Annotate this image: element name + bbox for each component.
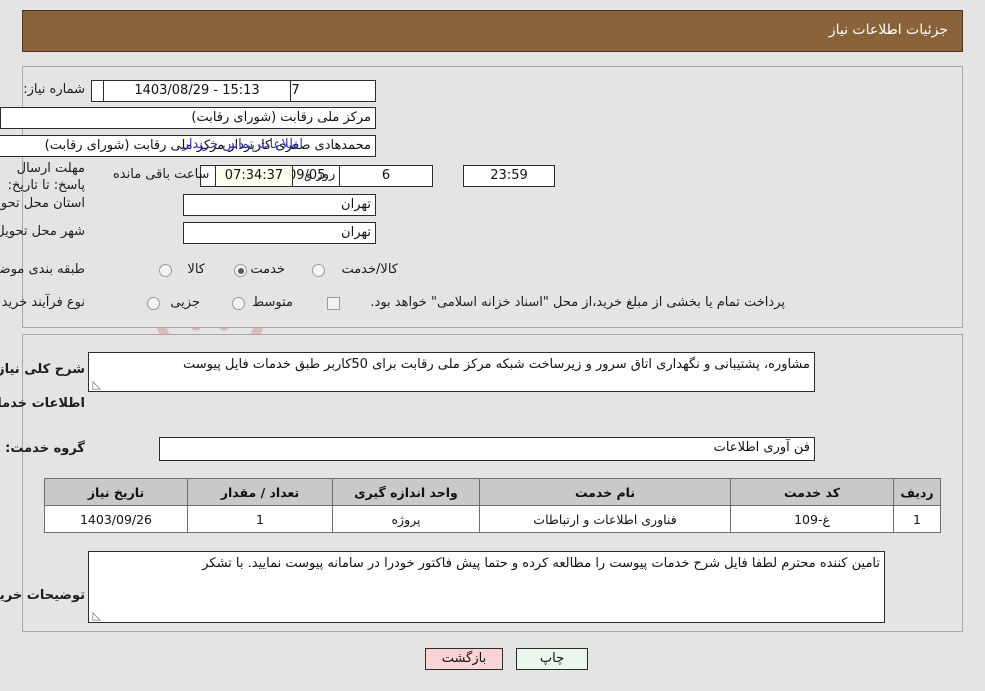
radio-label-category-service: خدمت xyxy=(250,262,285,277)
description-textarea[interactable]: مشاوره، پشتیبانی و نگهداری اتاق سرور و ز… xyxy=(88,352,815,392)
radio-process-medium[interactable] xyxy=(232,297,245,310)
services-section-title: اطلاعات خدمات مورد نیاز xyxy=(0,396,85,411)
service-group-value: فن آوری اطلاعات xyxy=(159,437,815,461)
radio-label-category-goods-service: کالا/خدمت xyxy=(341,262,398,277)
print-button[interactable]: چاپ xyxy=(516,648,588,670)
remaining-timer-label: ساعت باقی مانده xyxy=(113,167,210,182)
cell-row: 1 xyxy=(893,505,941,533)
col-unit: واحد اندازه گیری xyxy=(332,478,480,506)
resize-grip-icon[interactable]: ◺ xyxy=(91,379,101,390)
radio-label-process-minor: جزیی xyxy=(170,295,200,310)
table-row: 1 غ-109 فناوری اطلاعات و ارتباطات پروژه … xyxy=(44,505,941,533)
page-title: جزئیات اطلاعات نیاز xyxy=(828,22,948,38)
col-code: کد خدمت xyxy=(730,478,894,506)
col-name: نام خدمت xyxy=(479,478,731,506)
need-number-label: شماره نیاز: xyxy=(23,82,85,97)
deadline-label: مهلت ارسال پاسخ: تا تاریخ: xyxy=(7,161,85,193)
announce-date-value: 15:13 - 1403/08/29 xyxy=(103,80,291,102)
service-group-label: گروه خدمت: xyxy=(5,441,85,456)
col-date: تاریخ نیاز xyxy=(44,478,188,506)
page-header-bar: جزئیات اطلاعات نیاز xyxy=(22,10,963,52)
province-value: تهران xyxy=(183,194,376,216)
radio-category-goods-service[interactable] xyxy=(312,264,325,277)
cell-name: فناوری اطلاعات و ارتباطات xyxy=(479,505,731,533)
remaining-days-value: 6 xyxy=(339,165,433,187)
remaining-days-label: روز و xyxy=(306,167,336,182)
province-label: استان محل تحویل: xyxy=(0,196,85,211)
cell-unit: پروژه xyxy=(332,505,480,533)
table-header-row: ردیف کد خدمت نام خدمت واحد اندازه گیری ت… xyxy=(44,478,941,506)
need-info-panel xyxy=(22,66,963,328)
cell-code: غ-109 xyxy=(730,505,894,533)
category-label: طبقه بندی موضوعی: xyxy=(0,262,85,277)
process-type-label: نوع فرآیند خرید : xyxy=(0,295,85,310)
treasury-note-text: پرداخت تمام یا بخشی از مبلغ خرید،از محل … xyxy=(370,295,785,310)
buyer-notes-value: تامین کننده محترم لطفا فایل شرح خدمات پی… xyxy=(202,556,880,571)
buyer-org-value: مرکز ملی رقابت (شورای رقابت) xyxy=(0,107,376,129)
description-label: شرح کلی نیاز: xyxy=(0,362,85,377)
cell-date: 1403/09/26 xyxy=(44,505,188,533)
radio-label-process-medium: متوسط xyxy=(252,295,293,310)
city-label: شهر محل تحویل: xyxy=(0,224,85,239)
services-table: ردیف کد خدمت نام خدمت واحد اندازه گیری ت… xyxy=(44,478,941,533)
back-button[interactable]: بازگشت xyxy=(425,648,503,670)
description-value: مشاوره، پشتیبانی و نگهداری اتاق سرور و ز… xyxy=(182,357,810,372)
radio-category-service[interactable] xyxy=(234,264,247,277)
checkbox-treasury-document[interactable] xyxy=(327,297,340,310)
col-qty: تعداد / مقدار xyxy=(187,478,333,506)
radio-process-minor[interactable] xyxy=(147,297,160,310)
services-table-wrap: ردیف کد خدمت نام خدمت واحد اندازه گیری ت… xyxy=(44,478,941,533)
buyer-notes-textarea[interactable]: تامین کننده محترم لطفا فایل شرح خدمات پی… xyxy=(88,551,885,623)
col-row: ردیف xyxy=(893,478,941,506)
radio-label-category-goods: کالا xyxy=(187,262,205,277)
buyer-contact-link[interactable]: اطلاعات تماس خریدار xyxy=(183,137,303,152)
radio-category-goods[interactable] xyxy=(159,264,172,277)
resize-grip-icon-notes[interactable]: ◺ xyxy=(91,610,101,621)
buyer-notes-label: توضیحات خریدار: xyxy=(0,588,85,603)
city-value: تهران xyxy=(183,222,376,244)
deadline-hour-value: 23:59 xyxy=(463,165,555,187)
page-root: AriaTender.net جزئیات اطلاعات نیاز شماره… xyxy=(0,0,985,691)
remaining-timer-value: 07:34:37 xyxy=(215,165,293,187)
cell-qty: 1 xyxy=(187,505,333,533)
